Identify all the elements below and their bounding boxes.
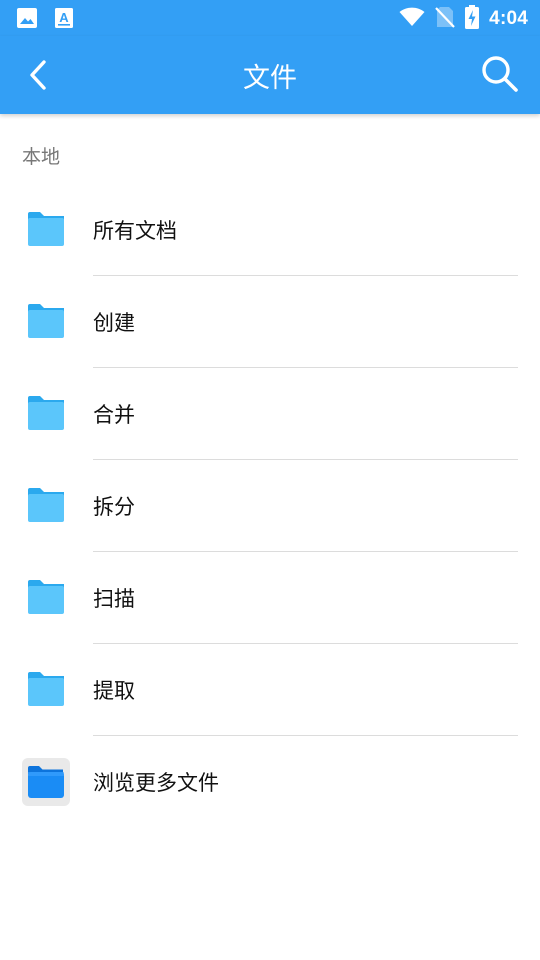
no-sim-icon <box>435 6 455 32</box>
list-item-browse-more-files[interactable]: 浏览更多文件 <box>0 736 540 828</box>
image-icon <box>16 7 38 33</box>
list-item-label: 合并 <box>93 403 135 427</box>
list-item-label: 提取 <box>93 679 135 703</box>
folder-icon <box>26 303 66 339</box>
list-item-extract[interactable]: 提取 <box>0 644 540 736</box>
svg-text:A: A <box>59 10 69 25</box>
list-item-label: 浏览更多文件 <box>93 771 219 795</box>
page-title: 文件 <box>243 63 297 94</box>
search-icon <box>480 56 520 98</box>
text-a-icon: A <box>54 7 74 33</box>
list-item-all-documents[interactable]: 所有文档 <box>0 184 540 276</box>
folder-icon <box>26 211 66 247</box>
folder-icon <box>26 671 66 707</box>
section-label-local: 本地 <box>22 146 61 168</box>
app-toolbar: 文件 <box>0 36 540 114</box>
list-item-label: 所有文档 <box>93 219 177 243</box>
list-item-merge[interactable]: 合并 <box>0 368 540 460</box>
folder-icon <box>26 487 66 523</box>
wifi-icon <box>399 7 425 31</box>
battery-charging-icon <box>465 5 480 33</box>
status-time: 4:04 <box>489 8 528 29</box>
status-bar: A 4:04 <box>0 0 540 36</box>
folder-icon <box>26 579 66 615</box>
list-item-split[interactable]: 拆分 <box>0 460 540 552</box>
files-app-icon <box>22 758 70 806</box>
file-category-list: 所有文档 创建 合并 拆分 扫描 提取 浏览更多文件 <box>0 184 540 828</box>
list-item-create[interactable]: 创建 <box>0 276 540 368</box>
search-button[interactable] <box>480 54 520 94</box>
list-item-label: 创建 <box>93 311 135 335</box>
list-item-scan[interactable]: 扫描 <box>0 552 540 644</box>
list-item-label: 扫描 <box>93 587 135 611</box>
folder-icon <box>26 395 66 431</box>
list-item-label: 拆分 <box>93 495 135 519</box>
